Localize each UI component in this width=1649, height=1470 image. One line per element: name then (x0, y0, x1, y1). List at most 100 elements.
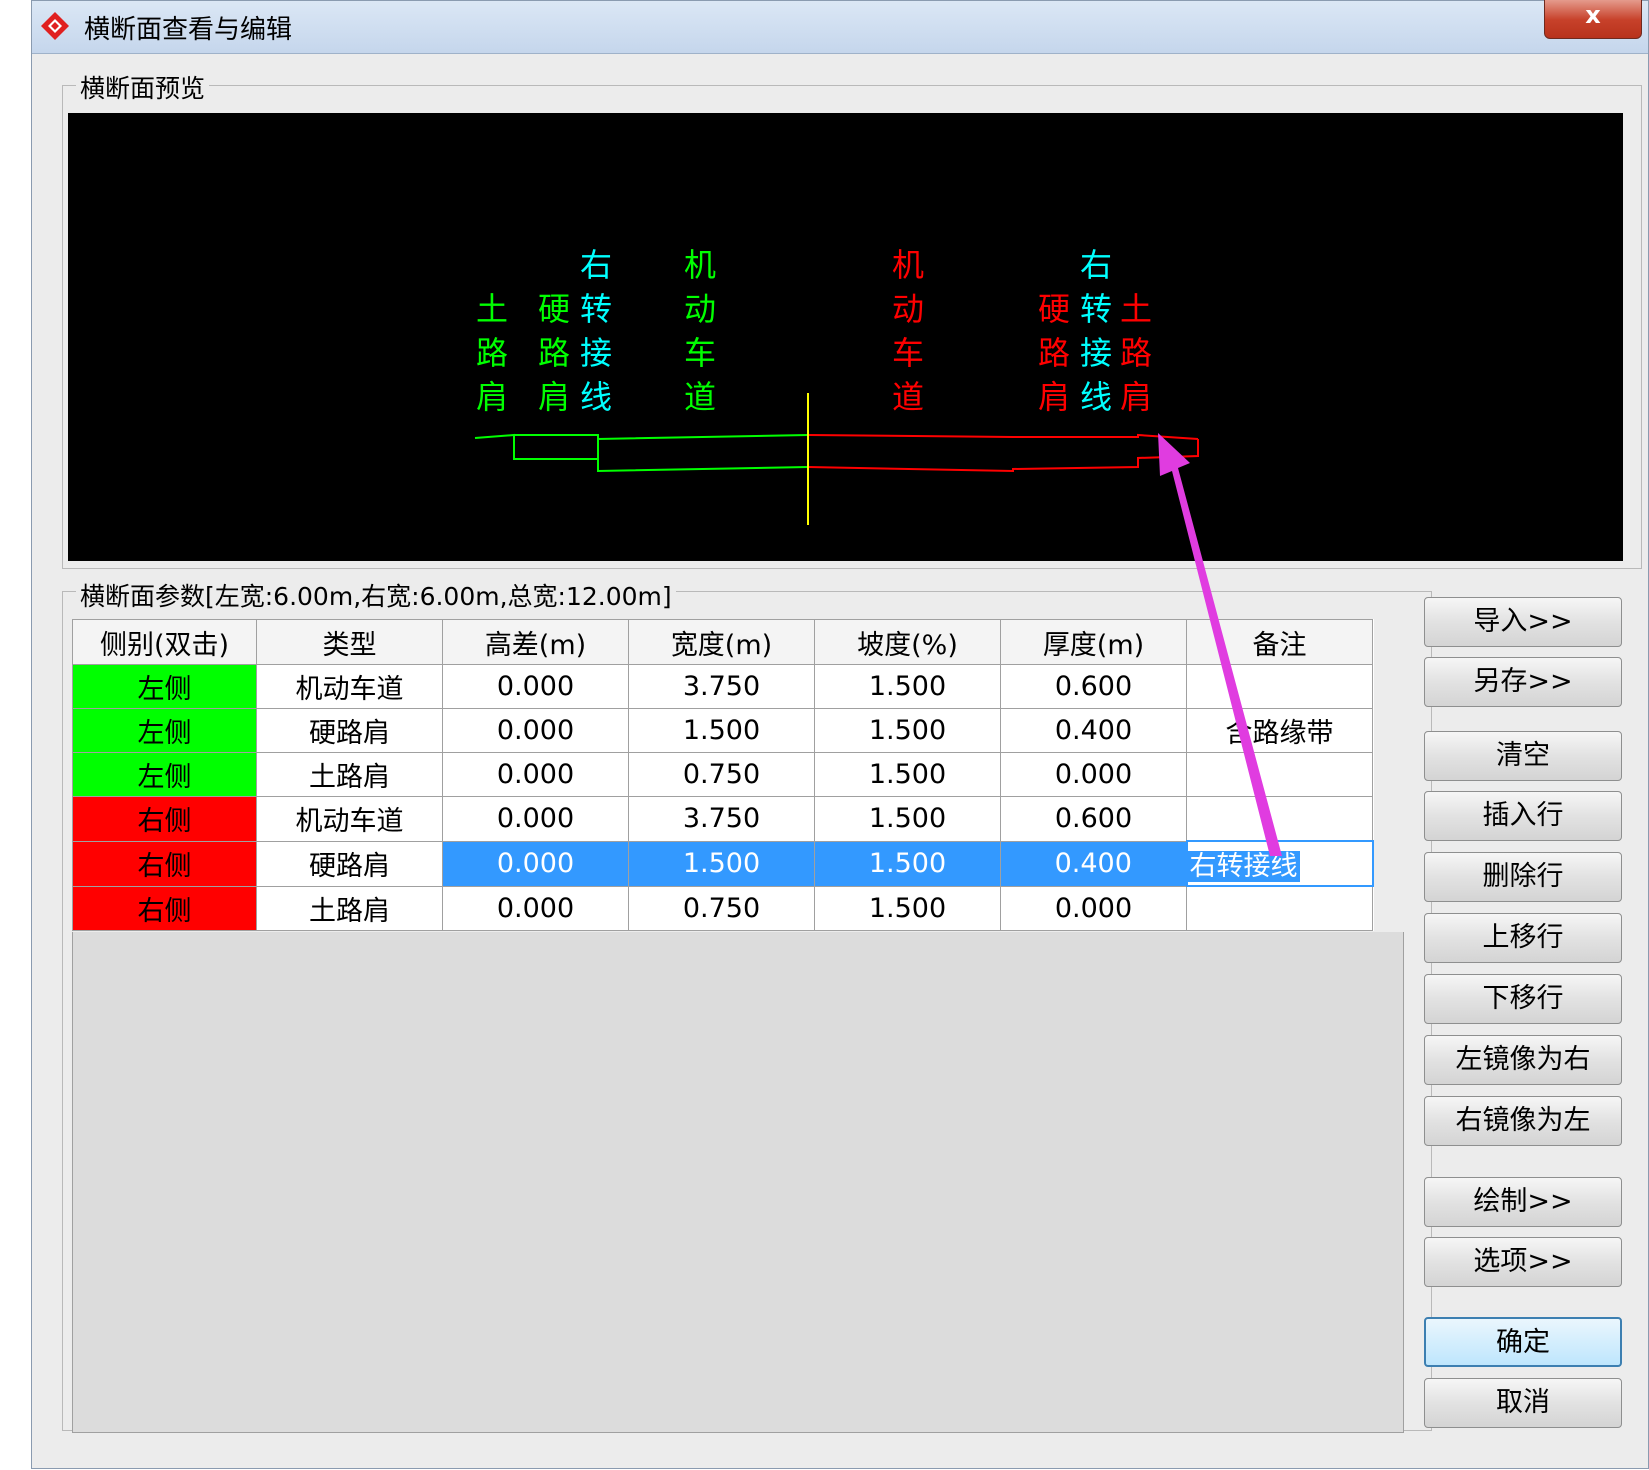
preview-canvas: 土路肩硬路肩右转接线机动车道 机动车道硬路肩右转接线土路肩 (474, 246, 1199, 525)
column-header-type[interactable]: 类型 (256, 619, 443, 665)
right-label-3: 土路肩 (1120, 290, 1152, 416)
width-cell[interactable]: 1.500 (628, 708, 815, 753)
slope-cell[interactable]: 1.500 (814, 885, 1001, 931)
left-label-char: 接 (580, 334, 612, 372)
title-bar: 横断面查看与编辑 x (32, 0, 1648, 54)
table-row[interactable]: 左侧 硬路肩 0.000 1.500 1.500 0.400 含路缘带 (72, 708, 1373, 753)
mirror-left-to-right-button[interactable]: 左镜像为右 (1424, 1035, 1622, 1085)
thickness-cell[interactable]: 0.600 (1000, 664, 1187, 709)
column-header-slope[interactable]: 坡度(%) (814, 619, 1001, 665)
side-cell[interactable]: 右侧 (72, 796, 257, 842)
note-cell[interactable] (1186, 752, 1373, 797)
side-cell[interactable]: 左侧 (72, 708, 257, 753)
slope-cell[interactable]: 1.500 (814, 840, 1001, 887)
height-diff-cell[interactable]: 0.000 (442, 708, 629, 753)
note-cell[interactable] (1186, 796, 1373, 842)
insert-row-button[interactable]: 插入行 (1424, 791, 1622, 841)
width-cell[interactable]: 1.500 (628, 840, 815, 887)
left-label-char: 路 (476, 334, 508, 372)
window-title: 横断面查看与编辑 (84, 15, 293, 45)
left-label-char: 动 (684, 290, 716, 328)
close-button[interactable]: x (1544, 0, 1642, 39)
left-label-char: 机 (684, 246, 716, 284)
left-label-char: 转 (580, 290, 612, 328)
table-row-selected[interactable]: 右侧 硬路肩 0.000 1.500 1.500 0.400 右转接线 (72, 840, 1374, 887)
column-header-thickness[interactable]: 厚度(m) (1000, 619, 1187, 665)
column-header-side[interactable]: 侧别(双击) (72, 619, 257, 665)
cross-section-preview[interactable]: 土路肩硬路肩右转接线机动车道 机动车道硬路肩右转接线土路肩 (68, 113, 1623, 561)
side-cell[interactable]: 左侧 (72, 752, 257, 797)
side-cell[interactable]: 右侧 (72, 885, 257, 931)
right-label-char: 土 (1120, 290, 1152, 328)
column-header-width[interactable]: 宽度(m) (628, 619, 815, 665)
table-row[interactable]: 左侧 土路肩 0.000 0.750 1.500 0.000 (72, 752, 1373, 797)
mirror-right-to-left-button[interactable]: 右镜像为左 (1424, 1096, 1622, 1146)
thickness-cell[interactable]: 0.400 (1000, 840, 1187, 887)
height-diff-cell[interactable]: 0.000 (442, 796, 629, 842)
clear-button[interactable]: 清空 (1424, 731, 1622, 781)
params-group-label: 横断面参数[左宽:6.00m,右宽:6.00m,总宽:12.00m] (76, 577, 676, 613)
side-cell[interactable]: 左侧 (72, 664, 257, 709)
params-table[interactable]: 侧别(双击) 类型 高差(m) 宽度(m) 坡度(%) 厚度(m) 备注 左侧 … (72, 619, 1374, 931)
right-label-char: 道 (892, 378, 924, 416)
right-label-char: 路 (1120, 334, 1152, 372)
right-label-char: 路 (1038, 334, 1070, 372)
right-label-2: 右转接线 (1080, 246, 1112, 416)
table-header-row: 侧别(双击) 类型 高差(m) 宽度(m) 坡度(%) 厚度(m) 备注 (72, 619, 1373, 665)
ok-button[interactable]: 确定 (1424, 1317, 1622, 1367)
thickness-cell[interactable]: 0.600 (1000, 796, 1187, 842)
width-cell[interactable]: 3.750 (628, 796, 815, 842)
import-button[interactable]: 导入>> (1424, 597, 1622, 647)
save-as-button[interactable]: 另存>> (1424, 657, 1622, 707)
type-cell[interactable]: 机动车道 (256, 664, 443, 709)
height-diff-cell[interactable]: 0.000 (442, 885, 629, 931)
slope-cell[interactable]: 1.500 (814, 708, 1001, 753)
table-row[interactable]: 右侧 机动车道 0.000 3.750 1.500 0.600 (72, 796, 1373, 842)
right-section-outline (807, 433, 1199, 473)
right-label-char: 接 (1080, 334, 1112, 372)
right-label-char: 右 (1080, 246, 1112, 284)
right-label-0: 机动车道 (892, 246, 924, 416)
slope-cell[interactable]: 1.500 (814, 752, 1001, 797)
right-label-char: 硬 (1038, 290, 1070, 328)
left-label-char: 线 (580, 378, 612, 416)
column-header-height-diff[interactable]: 高差(m) (442, 619, 629, 665)
width-cell[interactable]: 0.750 (628, 752, 815, 797)
width-cell[interactable]: 0.750 (628, 885, 815, 931)
move-up-button[interactable]: 上移行 (1424, 913, 1622, 963)
type-cell[interactable]: 土路肩 (256, 752, 443, 797)
width-cell[interactable]: 3.750 (628, 664, 815, 709)
delete-row-button[interactable]: 删除行 (1424, 852, 1622, 902)
side-cell[interactable]: 右侧 (72, 840, 257, 887)
note-cell[interactable] (1186, 664, 1373, 709)
thickness-cell[interactable]: 0.000 (1000, 752, 1187, 797)
left-label-char: 车 (684, 334, 716, 372)
column-header-note[interactable]: 备注 (1186, 619, 1373, 665)
note-edit-text[interactable]: 右转接线 (1188, 851, 1300, 882)
draw-button[interactable]: 绘制>> (1424, 1177, 1622, 1227)
thickness-cell[interactable]: 0.400 (1000, 708, 1187, 753)
note-edit-field[interactable]: 右转接线 (1185, 840, 1374, 887)
options-button[interactable]: 选项>> (1424, 1237, 1622, 1287)
thickness-cell[interactable]: 0.000 (1000, 885, 1187, 931)
right-label-1: 硬路肩 (1038, 290, 1070, 416)
height-diff-cell[interactable]: 0.000 (442, 752, 629, 797)
table-row[interactable]: 右侧 土路肩 0.000 0.750 1.500 0.000 (72, 885, 1373, 931)
note-cell[interactable] (1186, 885, 1373, 931)
left-label-2: 右转接线 (580, 246, 612, 416)
table-row[interactable]: 左侧 机动车道 0.000 3.750 1.500 0.600 (72, 664, 1373, 709)
left-section-outline (474, 433, 809, 473)
cancel-button[interactable]: 取消 (1424, 1378, 1622, 1428)
slope-cell[interactable]: 1.500 (814, 796, 1001, 842)
app-diamond-icon (41, 12, 69, 40)
type-cell[interactable]: 土路肩 (256, 885, 443, 931)
type-cell[interactable]: 机动车道 (256, 796, 443, 842)
note-cell[interactable]: 含路缘带 (1186, 708, 1373, 753)
type-cell[interactable]: 硬路肩 (256, 708, 443, 753)
height-diff-cell[interactable]: 0.000 (442, 664, 629, 709)
left-label-1: 硬路肩 (538, 290, 570, 416)
move-down-button[interactable]: 下移行 (1424, 974, 1622, 1024)
height-diff-cell[interactable]: 0.000 (442, 840, 629, 887)
type-cell[interactable]: 硬路肩 (256, 840, 443, 887)
slope-cell[interactable]: 1.500 (814, 664, 1001, 709)
